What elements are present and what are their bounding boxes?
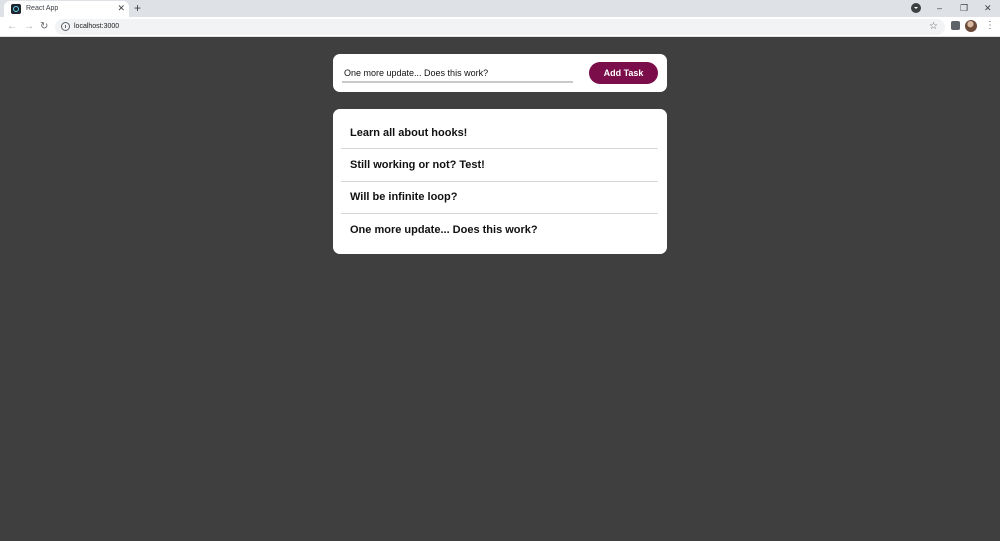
- tab-title: React App: [26, 5, 59, 12]
- extensions-puzzle-icon[interactable]: [951, 21, 960, 30]
- url-text[interactable]: localhost:3000: [74, 21, 119, 33]
- reload-icon[interactable]: ↻: [40, 20, 48, 34]
- browser-toolbar: ← → ↻ localhost:3000 ☆ ⋮: [0, 17, 1000, 37]
- window-close-icon[interactable]: ✕: [984, 1, 992, 15]
- more-menu-icon[interactable]: ⋮: [985, 21, 995, 31]
- task-item[interactable]: Still working or not? Test!: [341, 149, 658, 182]
- tab-close-icon[interactable]: ✕: [117, 2, 125, 14]
- address-bar[interactable]: localhost:3000 ☆: [55, 19, 945, 35]
- info-icon[interactable]: [61, 22, 70, 31]
- browser-tab[interactable]: React App ✕: [4, 1, 129, 17]
- bookmark-star-icon[interactable]: ☆: [929, 20, 938, 33]
- task-list: Learn all about hooks! Still working or …: [333, 109, 667, 254]
- profile-avatar[interactable]: [965, 20, 977, 32]
- back-arrow-icon[interactable]: ←: [7, 20, 17, 34]
- task-input[interactable]: [342, 64, 573, 83]
- task-item[interactable]: Will be infinite loop?: [341, 182, 658, 214]
- task-item[interactable]: One more update... Does this work?: [341, 214, 658, 246]
- minimize-icon[interactable]: –: [937, 1, 942, 15]
- add-task-button[interactable]: Add Task: [589, 62, 658, 84]
- tab-search-icon[interactable]: [911, 3, 921, 13]
- add-task-form: Add Task: [333, 54, 667, 92]
- browser-tabstrip: React App ✕ + – ❐ ✕: [0, 0, 1000, 17]
- new-tab-icon[interactable]: +: [134, 0, 141, 16]
- task-item[interactable]: Learn all about hooks!: [341, 117, 658, 150]
- restore-icon[interactable]: ❐: [960, 1, 968, 15]
- react-favicon-icon: [11, 4, 21, 14]
- forward-arrow-icon[interactable]: →: [24, 20, 34, 34]
